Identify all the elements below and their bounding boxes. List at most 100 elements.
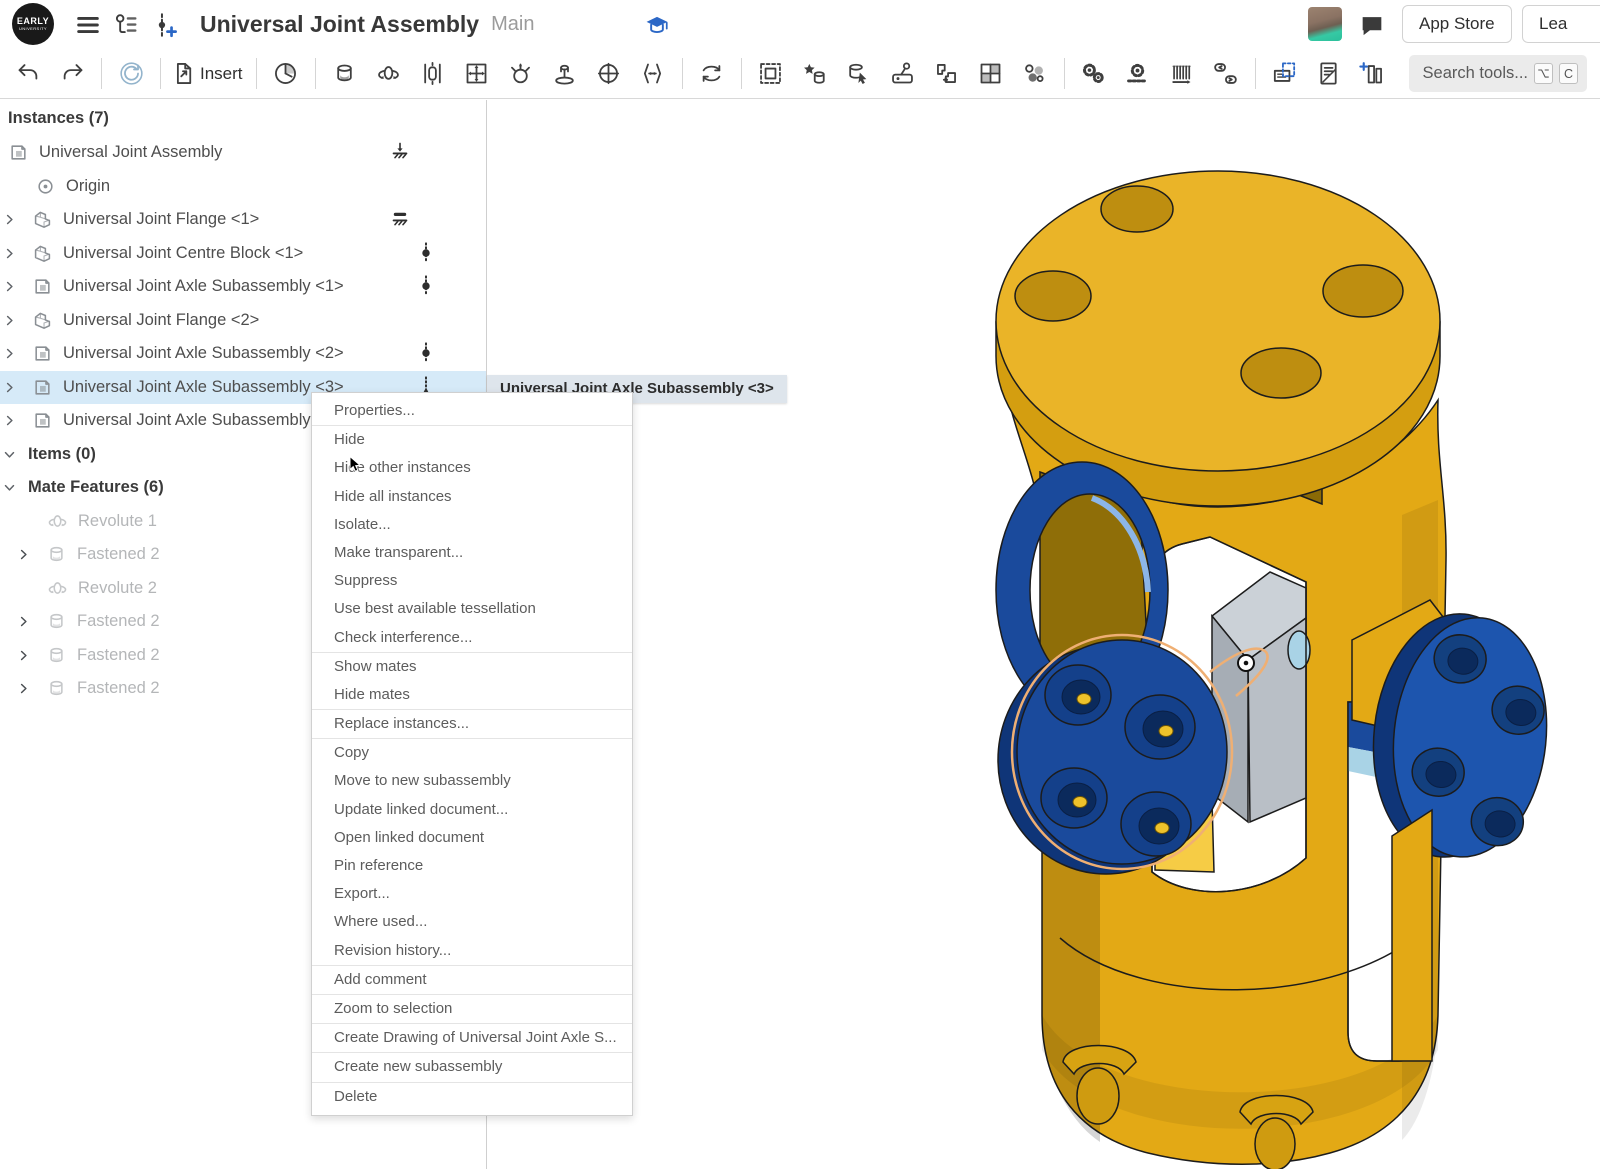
context-menu-item[interactable]: Add comment <box>312 966 632 995</box>
learning-center-icon[interactable] <box>644 13 670 39</box>
bom-button[interactable] <box>1307 54 1351 94</box>
undo-button[interactable] <box>6 54 50 94</box>
part-icon <box>30 309 54 332</box>
tree-row[interactable]: Universal Joint Axle Subassembly <2> <box>0 337 486 371</box>
context-menu-item[interactable]: Hide <box>312 426 632 454</box>
context-menu-item[interactable]: Replace instances... <box>312 710 632 739</box>
chev-right-icon[interactable] <box>2 376 30 398</box>
company-logo[interactable]: EARLY UNIVERSITY <box>12 3 54 45</box>
chev-right-icon[interactable] <box>16 644 44 666</box>
context-menu-item[interactable]: Create new subassembly <box>312 1053 632 1082</box>
replicate-button[interactable] <box>837 54 881 94</box>
cylindrical-mate-button[interactable] <box>587 54 631 94</box>
chev-right-icon[interactable] <box>16 544 44 566</box>
revolute-mate-button[interactable] <box>367 54 411 94</box>
tree-row[interactable]: Universal Joint Centre Block <1> <box>0 237 486 271</box>
tree-row[interactable]: Universal Joint Flange <1> <box>0 203 486 237</box>
tree-row[interactable]: Universal Joint Flange <2> <box>0 304 486 338</box>
learn-button[interactable]: Lea <box>1522 5 1600 43</box>
3d-viewport[interactable] <box>487 100 1600 1169</box>
revolute-mate-icon <box>45 510 69 533</box>
slider-mate-button[interactable] <box>411 54 455 94</box>
instances-header[interactable]: Instances (7) <box>0 100 486 136</box>
tree-row-label: Universal Joint Flange <2> <box>63 311 259 330</box>
workspace-name[interactable]: Main <box>491 13 534 36</box>
context-menu-item[interactable]: Isolate... <box>312 511 632 539</box>
configurations-button[interactable] <box>1351 54 1395 94</box>
pattern-button[interactable] <box>969 54 1013 94</box>
chev-right-icon[interactable] <box>2 209 30 231</box>
context-menu-item[interactable]: Delete <box>312 1083 632 1111</box>
planar-mate-button[interactable] <box>455 54 499 94</box>
toolbar-separator <box>741 58 742 89</box>
chev-right-icon[interactable] <box>2 242 30 264</box>
group-selection-button[interactable] <box>749 54 793 94</box>
universal-joint-3d-model <box>487 100 1600 1169</box>
gear-relation-button[interactable] <box>1072 54 1116 94</box>
context-menu-item[interactable]: Open linked document <box>312 824 632 852</box>
context-menu-item[interactable]: Properties... <box>312 397 632 426</box>
dof-icon <box>414 241 438 265</box>
chev-right-icon[interactable] <box>16 678 44 700</box>
user-avatar[interactable] <box>1308 7 1342 41</box>
top-flange[interactable] <box>996 171 1440 506</box>
context-menu-item[interactable]: Update linked document... <box>312 796 632 824</box>
mate-feature-label: Fastened 2 <box>77 612 160 631</box>
tree-row[interactable]: Origin <box>0 170 486 204</box>
chevron-down-icon[interactable] <box>2 443 28 465</box>
chev-right-icon[interactable] <box>2 309 30 331</box>
context-menu-item[interactable]: Export... <box>312 880 632 908</box>
context-menu-item[interactable]: Hide all instances <box>312 483 632 511</box>
insert-page-button[interactable]: Insert <box>168 54 249 94</box>
fastened-mate-icon <box>44 644 68 667</box>
context-menu-item[interactable]: Hide mates <box>312 681 632 710</box>
context-menu-item[interactable]: Suppress <box>312 567 632 595</box>
mate-connector-context-button[interactable] <box>793 54 837 94</box>
search-tools-input[interactable]: Search tools... C <box>1409 55 1587 92</box>
chev-right-icon[interactable] <box>2 410 30 432</box>
app-store-button[interactable]: App Store <box>1402 5 1512 43</box>
context-menu-item[interactable]: Where used... <box>312 908 632 936</box>
context-menu-item[interactable]: Move to new subassembly <box>312 767 632 795</box>
chat-icon[interactable] <box>1358 12 1386 40</box>
chev-right-icon[interactable] <box>2 343 30 365</box>
context-menu-item[interactable]: Pin reference <box>312 852 632 880</box>
part-icon <box>30 208 54 231</box>
exploded-view-button[interactable] <box>1013 54 1057 94</box>
redo-button[interactable] <box>50 54 94 94</box>
toolbar-separator <box>315 58 316 89</box>
context-menu-item[interactable]: Create Drawing of Universal Joint Axle S… <box>312 1024 632 1053</box>
drawing-button[interactable] <box>1263 54 1307 94</box>
fastened-mate-button[interactable] <box>323 54 367 94</box>
rack-pinion-button[interactable] <box>1116 54 1160 94</box>
tree-row[interactable]: Universal Joint Axle Subassembly <1> <box>0 270 486 304</box>
insert-instance-icon[interactable] <box>151 11 179 39</box>
mouse-cursor <box>346 455 364 473</box>
spring-button[interactable] <box>1160 54 1204 94</box>
context-menu-item[interactable]: Make transparent... <box>312 539 632 567</box>
tree-row-label: Universal Joint Axle Subassembly <2> <box>63 344 344 363</box>
chevron-down-icon[interactable] <box>2 477 28 499</box>
mate-relation-button[interactable] <box>690 54 734 94</box>
belt-button[interactable] <box>1204 54 1248 94</box>
sync-button[interactable] <box>109 54 153 94</box>
context-menu-item[interactable]: Revision history... <box>312 937 632 966</box>
hamburger-menu-icon[interactable] <box>74 11 102 39</box>
pin-slot-mate-button[interactable] <box>543 54 587 94</box>
tree-row[interactable]: Universal Joint Assembly <box>0 136 486 170</box>
insert-page-label: Insert <box>200 64 243 84</box>
context-menu-item[interactable]: Check interference... <box>312 624 632 653</box>
context-menu-item[interactable]: Zoom to selection <box>312 995 632 1024</box>
context-menu-item[interactable]: Show mates <box>312 653 632 681</box>
context-menu-item[interactable]: Copy <box>312 739 632 767</box>
chev-right-icon[interactable] <box>2 276 30 298</box>
mate-connector-button[interactable] <box>264 54 308 94</box>
ball-mate-button[interactable] <box>499 54 543 94</box>
parallel-mate-button[interactable] <box>631 54 675 94</box>
chev-right-icon[interactable] <box>16 611 44 633</box>
snap-mode-button[interactable] <box>881 54 925 94</box>
versions-history-icon[interactable] <box>112 11 140 39</box>
context-menu-item[interactable]: Use best available tessellation <box>312 595 632 623</box>
toolbar-groups: Insert <box>6 54 1395 94</box>
insert-parts-button[interactable] <box>925 54 969 94</box>
